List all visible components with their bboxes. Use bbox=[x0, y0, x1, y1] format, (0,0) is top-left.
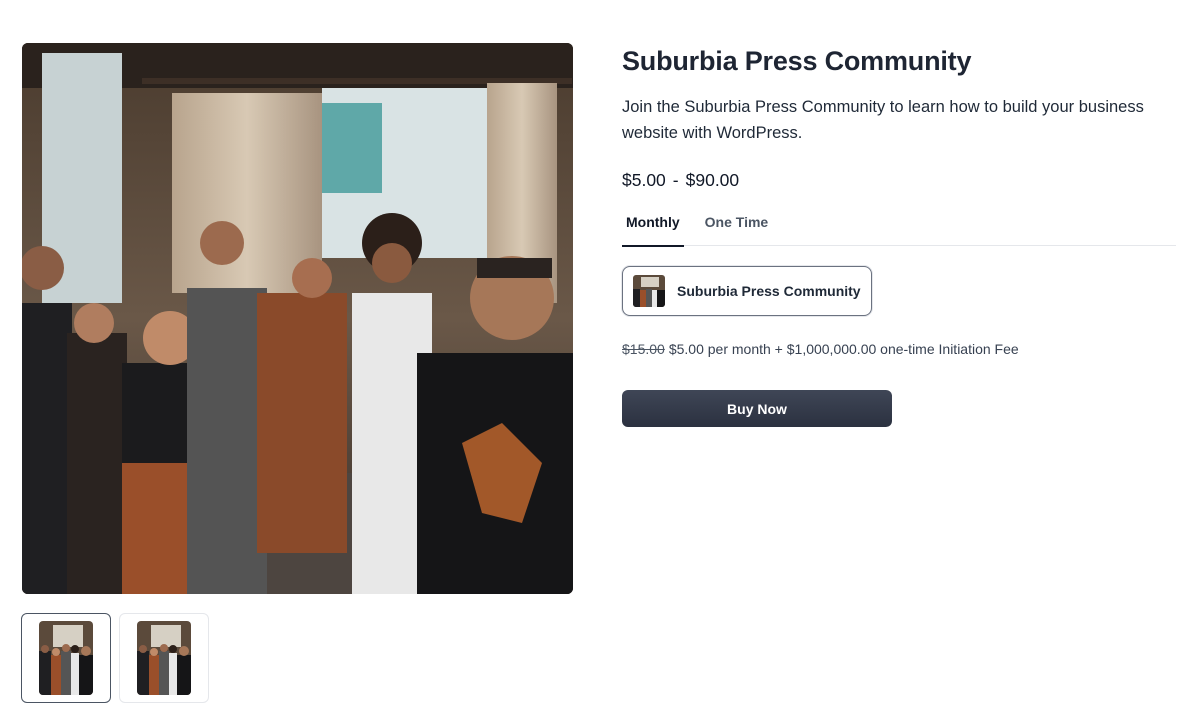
price-min: $5.00 bbox=[622, 170, 666, 190]
thumbnail-image bbox=[137, 621, 191, 695]
price-details: $15.00 $5.00 per month + $1,000,000.00 on… bbox=[622, 340, 1178, 358]
group-photo bbox=[22, 43, 573, 594]
thumbnail-image bbox=[39, 621, 93, 695]
thumbnail-strip bbox=[21, 613, 209, 703]
price-range: $5.00- $90.00 bbox=[622, 168, 1178, 192]
product-option-selector[interactable]: Suburbia Press Community bbox=[622, 266, 872, 316]
thumbnail-1[interactable] bbox=[21, 613, 111, 703]
thumbnail-2[interactable] bbox=[119, 613, 209, 703]
tab-monthly[interactable]: Monthly bbox=[622, 210, 684, 247]
price-details-text: $5.00 per month + $1,000,000.00 one-time… bbox=[668, 341, 1019, 357]
option-label: Suburbia Press Community bbox=[677, 283, 861, 299]
price-separator: - bbox=[672, 170, 679, 190]
product-page: Suburbia Press Community Join the Suburb… bbox=[0, 0, 1200, 718]
tab-one-time[interactable]: One Time bbox=[701, 210, 773, 246]
price-max: $90.00 bbox=[685, 170, 740, 190]
product-info: Suburbia Press Community Join the Suburb… bbox=[622, 44, 1178, 427]
billing-tabs: Monthly One Time bbox=[622, 210, 1176, 247]
product-description: Join the Suburbia Press Community to lea… bbox=[622, 98, 1144, 142]
option-thumbnail bbox=[633, 275, 665, 307]
old-price: $15.00 bbox=[622, 341, 665, 357]
buy-now-button[interactable]: Buy Now bbox=[622, 390, 892, 427]
product-main-image[interactable] bbox=[22, 43, 573, 594]
product-title: Suburbia Press Community bbox=[622, 46, 972, 76]
